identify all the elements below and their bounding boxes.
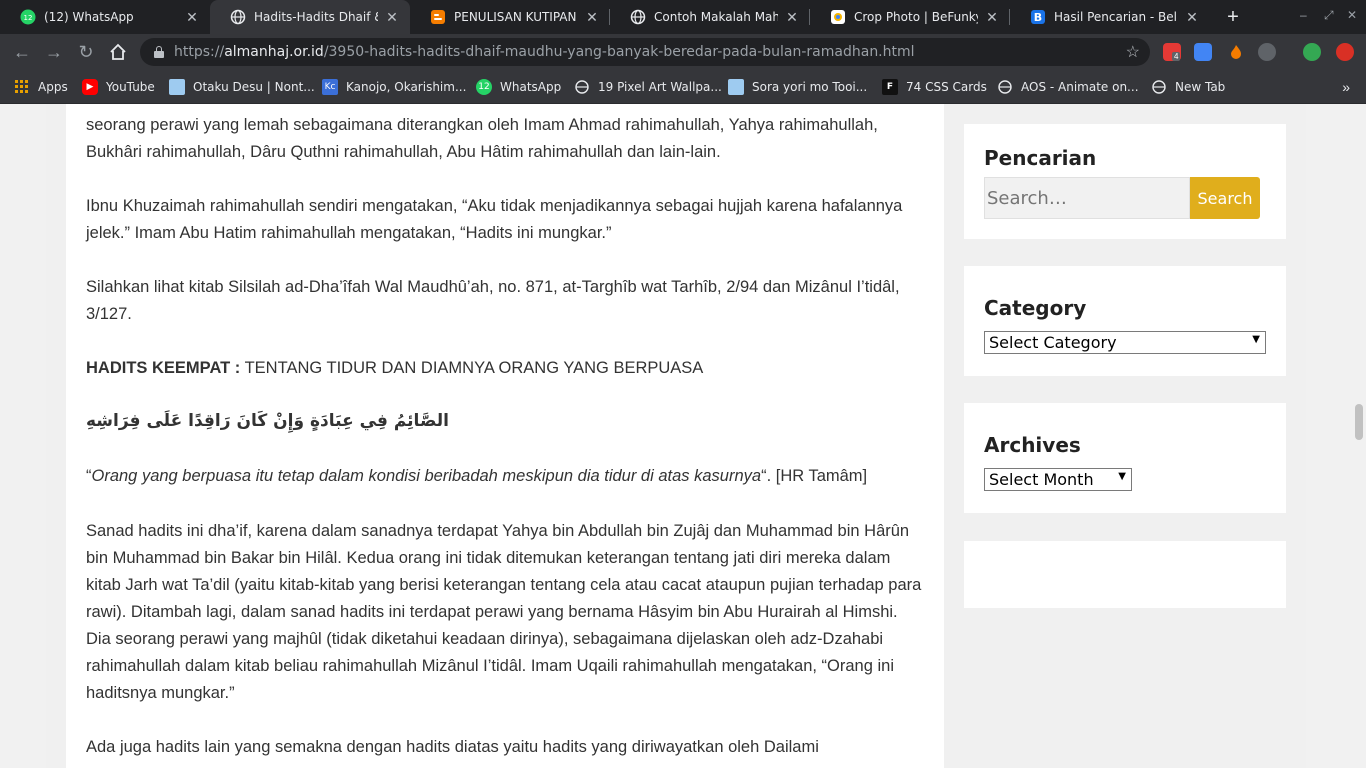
minimize-icon[interactable]: ‒ — [1300, 8, 1307, 22]
tab-title: Hadits-Hadits Dhaif & M — [254, 10, 378, 24]
page-icon — [169, 79, 185, 95]
address-bar[interactable]: https://almanhaj.or.id/3950-hadits-hadit… — [140, 38, 1150, 66]
page-viewport: seorang perawi yang lemah sebagaimana di… — [0, 104, 1366, 768]
dropdown-arrow-icon: ▼ — [1252, 334, 1260, 345]
arabic-hadith-text: الصَّائِمُ فِي عِبَادَةٍ وَإِنْ كَانَ رَ… — [86, 411, 449, 431]
svg-text:12: 12 — [24, 14, 33, 22]
url-text: https://almanhaj.or.id/3950-hadits-hadit… — [174, 44, 915, 60]
archives-widget: Archives Select Month ▼ — [964, 403, 1286, 513]
bookmark-youtube[interactable]: ▶ YouTube — [82, 77, 155, 97]
close-icon[interactable]: ✕ — [584, 9, 600, 25]
bookmark-new-tab[interactable]: New Tab — [1151, 77, 1225, 97]
article-paragraph: Silahkan lihat kitab Silsilah ad-Dha’îfa… — [86, 278, 900, 323]
blogger-icon — [430, 9, 446, 25]
globe-icon — [630, 9, 646, 25]
tab-hadits[interactable]: Hadits-Hadits Dhaif & M ✕ — [210, 0, 410, 34]
close-icon[interactable]: ✕ — [984, 9, 1000, 25]
restore-icon[interactable]: ⤢ — [1324, 8, 1334, 23]
search-button[interactable]: Search — [1190, 177, 1260, 219]
bookmark-pixel-art[interactable]: 19 Pixel Art Wallpa... — [574, 77, 722, 97]
tab-title: PENULISAN KUTIPAN DA — [454, 10, 578, 24]
search-input[interactable] — [984, 177, 1190, 219]
lock-icon — [154, 46, 164, 58]
whatsapp-icon: 12 — [20, 9, 36, 25]
tab-title: Hasil Pencarian - Belbuk — [1054, 10, 1178, 24]
tab-penulisan[interactable]: PENULISAN KUTIPAN DA ✕ — [410, 0, 610, 34]
bookmarks-bar: Apps ▶ YouTube Otaku Desu | Nont... Kc K… — [0, 70, 1366, 104]
category-select[interactable]: Select Category ▼ — [984, 331, 1266, 354]
page-icon — [728, 79, 744, 95]
tab-contoh-makalah[interactable]: Contoh Makalah Mahasi ✕ — [610, 0, 810, 34]
tab-whatsapp[interactable]: 12 (12) WhatsApp ✕ — [0, 0, 210, 34]
close-icon[interactable]: ✕ — [1184, 9, 1200, 25]
update-icon[interactable] — [1336, 43, 1354, 61]
close-icon[interactable]: ✕ — [784, 9, 800, 25]
article-paragraph: seorang perawi yang lemah sebagaimana di… — [86, 116, 878, 161]
f-icon: F — [882, 79, 898, 95]
close-icon[interactable]: ✕ — [384, 9, 400, 25]
translate-icon[interactable] — [1194, 43, 1212, 61]
globe-icon — [1151, 79, 1167, 95]
download-extension-icon[interactable] — [1258, 43, 1276, 61]
window-close-icon[interactable]: ✕ — [1347, 8, 1357, 22]
bookmark-sora-yori[interactable]: Sora yori mo Tooi... — [728, 77, 867, 97]
bookmark-css-cards[interactable]: F 74 CSS Cards — [882, 77, 987, 97]
widget-title: Pencarian — [984, 146, 1097, 170]
forward-icon[interactable]: → — [43, 41, 65, 63]
article-body: seorang perawi yang lemah sebagaimana di… — [66, 104, 944, 768]
search-widget: Pencarian Search — [964, 124, 1286, 239]
svg-text:B: B — [1034, 11, 1042, 24]
chevron-right-icon[interactable]: » — [1342, 79, 1350, 95]
tab-title: Crop Photo | BeFunky: C — [854, 10, 978, 24]
dropdown-arrow-icon: ▼ — [1118, 471, 1126, 482]
bookmark-star-icon[interactable]: ☆ — [1126, 42, 1140, 62]
tab-title: Contoh Makalah Mahasi — [654, 10, 778, 24]
home-icon[interactable] — [107, 41, 129, 63]
scrollbar-thumb[interactable] — [1355, 404, 1363, 440]
empty-widget — [964, 541, 1286, 608]
tab-befunky[interactable]: Crop Photo | BeFunky: C ✕ — [810, 0, 1010, 34]
bookmark-otaku-desu[interactable]: Otaku Desu | Nont... — [169, 77, 315, 97]
category-widget: Category Select Category ▼ — [964, 266, 1286, 376]
article-paragraph: Ibnu Khuzaimah rahimahullah sendiri meng… — [86, 197, 903, 242]
fire-icon[interactable] — [1227, 43, 1245, 61]
avatar[interactable] — [1303, 43, 1321, 61]
section-heading: HADITS KEEMPAT : TENTANG TIDUR DAN DIAMN… — [86, 359, 704, 377]
globe-icon — [997, 79, 1013, 95]
back-icon[interactable]: ← — [11, 41, 33, 63]
tab-belbuk[interactable]: B Hasil Pencarian - Belbuk ✕ — [1010, 0, 1210, 34]
globe-icon — [230, 9, 246, 25]
globe-icon — [574, 79, 590, 95]
browser-toolbar: ← → ↻ https://almanhaj.or.id/3950-hadits… — [0, 34, 1366, 70]
befunky-icon — [830, 9, 846, 25]
close-icon[interactable]: ✕ — [184, 9, 200, 25]
youtube-icon: ▶ — [82, 79, 98, 95]
article-paragraph: Ada juga hadits lain yang semakna dengan… — [86, 738, 819, 756]
bookmark-aos[interactable]: AOS - Animate on... — [997, 77, 1139, 97]
b-icon: B — [1030, 9, 1046, 25]
new-tab-button[interactable]: + — [1222, 6, 1244, 28]
bookmark-kanojo[interactable]: Kc Kanojo, Okarishim... — [322, 77, 466, 97]
tab-strip: 12 (12) WhatsApp ✕ Hadits-Hadits Dhaif &… — [0, 0, 1366, 34]
apps-grid-icon — [14, 79, 30, 95]
whatsapp-icon: 12 — [476, 79, 492, 95]
hadith-translation: “Orang yang berpuasa itu tetap dalam kon… — [86, 467, 868, 485]
reload-icon[interactable]: ↻ — [75, 41, 97, 63]
bookmark-apps[interactable]: Apps — [14, 77, 68, 97]
extension-badge: 4 — [1172, 52, 1181, 61]
tab-title: (12) WhatsApp — [44, 10, 134, 24]
widget-title: Archives — [984, 433, 1081, 457]
widget-title: Category — [984, 296, 1087, 320]
kc-icon: Kc — [322, 79, 338, 95]
extension-icon[interactable]: 4 — [1163, 43, 1181, 61]
scrollbar[interactable] — [1352, 104, 1366, 768]
bookmark-whatsapp[interactable]: 12 WhatsApp — [476, 77, 561, 97]
article-paragraph: Sanad hadits ini dha’if, karena dalam sa… — [86, 522, 922, 702]
archives-select[interactable]: Select Month ▼ — [984, 468, 1132, 491]
